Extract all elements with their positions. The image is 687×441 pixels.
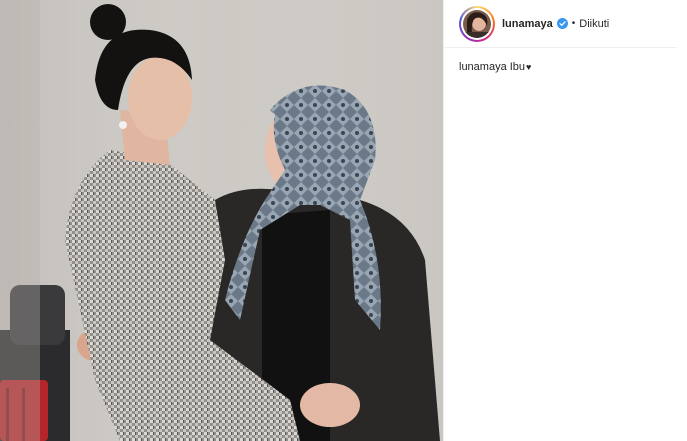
photo-illustration: [0, 0, 443, 441]
verified-badge-icon: [556, 18, 568, 29]
instagram-post: lunamaya • Diikuti lunamaya Ibu ♥: [0, 0, 687, 441]
post-header: lunamaya • Diikuti: [444, 0, 677, 48]
post-caption: lunamaya Ibu ♥: [444, 48, 687, 73]
follow-status-button[interactable]: Diikuti: [579, 18, 609, 30]
post-side-panel: lunamaya • Diikuti lunamaya Ibu ♥: [443, 0, 687, 441]
caption-text: Ibu: [509, 61, 525, 73]
caption-username[interactable]: lunamaya: [459, 61, 507, 73]
avatar-image: [463, 9, 491, 38]
story-ring[interactable]: [459, 5, 495, 42]
separator-dot: •: [571, 18, 576, 29]
post-photo[interactable]: [0, 0, 443, 441]
username-link[interactable]: lunamaya: [502, 18, 553, 30]
heart-emoji: ♥: [526, 62, 532, 72]
avatar[interactable]: [463, 9, 491, 38]
